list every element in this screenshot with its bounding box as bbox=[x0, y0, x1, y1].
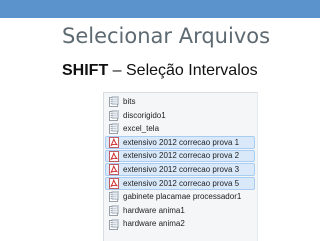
file-list-item[interactable]: hardware anima1 bbox=[104, 204, 257, 218]
file-list-item[interactable]: hardware anima2 bbox=[104, 217, 257, 231]
file-list-item[interactable]: bits bbox=[104, 95, 257, 109]
file-name: extensivo 2012 correcao prova 3 bbox=[123, 164, 240, 174]
file-list-item[interactable]: discorigido1 bbox=[104, 109, 257, 123]
file-name: gabinete placamae processador1 bbox=[123, 192, 242, 202]
pdf-file-icon bbox=[109, 177, 119, 189]
file-name: extensivo 2012 correcao prova 2 bbox=[123, 151, 240, 161]
file-list-item[interactable]: extensivo 2012 correcao prova 3 bbox=[104, 163, 257, 177]
file-list-item[interactable]: extensivo 2012 correcao prova 2 bbox=[104, 149, 257, 163]
document-file-icon bbox=[109, 110, 119, 121]
file-list-panel: bits discorigido1 excel_tela extensivo 2012… bbox=[103, 92, 258, 241]
header-accent-bar bbox=[0, 0, 320, 18]
file-name: excel_tela bbox=[123, 124, 160, 134]
document-file-icon bbox=[109, 218, 119, 230]
slide-subtitle: SHIFT – Seleção Intervalos bbox=[62, 62, 258, 80]
pdf-file-icon bbox=[109, 150, 119, 162]
file-list-item[interactable]: extensivo 2012 correcao prova 1 bbox=[104, 136, 257, 150]
file-list-item[interactable]: extensivo 2012 correcao prova 5 bbox=[104, 177, 257, 191]
subtitle-key: SHIFT bbox=[62, 62, 109, 79]
file-name: hardware anima2 bbox=[123, 219, 185, 229]
file-name: bits bbox=[123, 97, 136, 106]
subtitle-text: – Seleção Intervalos bbox=[108, 62, 258, 79]
file-name: hardware anima1 bbox=[123, 205, 185, 215]
file-list-item[interactable]: excel_tela bbox=[104, 122, 257, 136]
document-file-icon bbox=[109, 191, 119, 203]
file-name: extensivo 2012 correcao prova 5 bbox=[123, 178, 240, 188]
file-name: extensivo 2012 correcao prova 1 bbox=[123, 137, 240, 147]
pdf-file-icon bbox=[109, 137, 119, 148]
file-list: bits discorigido1 excel_tela extensivo 2012… bbox=[104, 93, 257, 231]
document-file-icon bbox=[109, 96, 119, 108]
file-list-item[interactable]: gabinete placamae processador1 bbox=[104, 190, 257, 204]
file-name: discorigido1 bbox=[123, 110, 166, 120]
pdf-file-icon bbox=[109, 164, 119, 176]
slide-title: Selecionar Arquivos bbox=[62, 24, 271, 48]
document-file-icon bbox=[109, 205, 119, 216]
document-file-icon bbox=[109, 123, 119, 135]
